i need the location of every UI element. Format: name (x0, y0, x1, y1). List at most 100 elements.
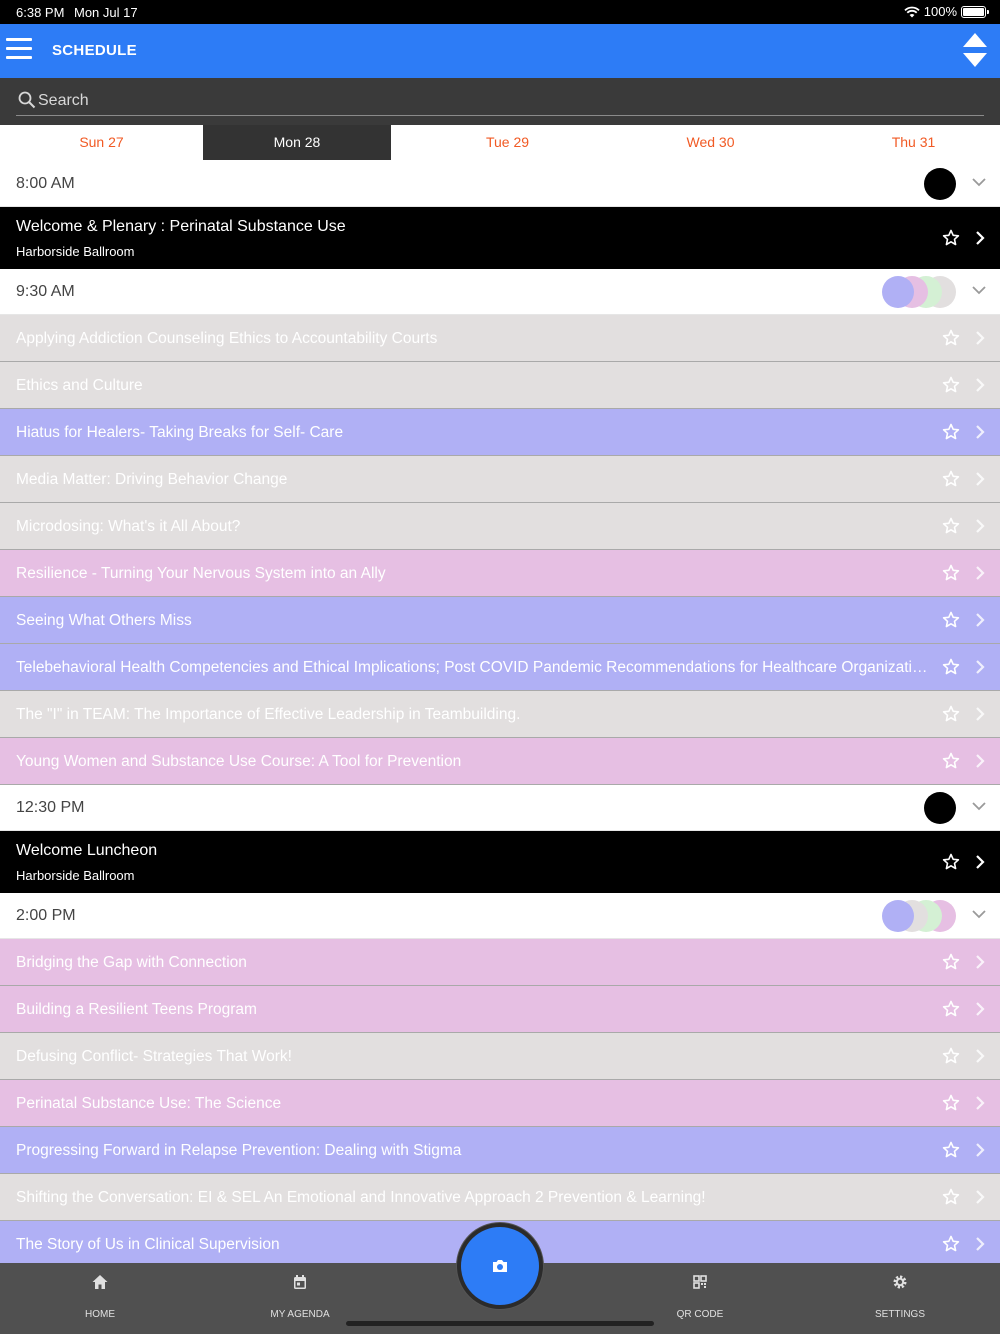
star-icon[interactable] (942, 329, 960, 347)
nav-label: HOME (85, 1309, 115, 1320)
chevron-right-icon (976, 613, 985, 627)
session-title: Defusing Conflict- Strategies That Work! (16, 1048, 292, 1065)
home-icon (92, 1275, 108, 1289)
star-icon[interactable] (942, 517, 960, 535)
session-row[interactable]: Applying Addiction Counseling Ethics to … (0, 315, 1000, 362)
chevron-right-icon (976, 472, 985, 486)
app-header: SCHEDULE (0, 24, 1000, 78)
wifi-icon (904, 6, 920, 17)
session-row[interactable]: Defusing Conflict- Strategies That Work! (0, 1033, 1000, 1080)
star-icon[interactable] (942, 705, 960, 723)
star-icon[interactable] (942, 1094, 960, 1112)
time-label: 12:30 PM (16, 799, 85, 816)
star-icon[interactable] (942, 611, 960, 629)
star-icon[interactable] (942, 1141, 960, 1159)
star-icon[interactable] (942, 470, 960, 488)
track-dot (924, 792, 956, 824)
session-row[interactable]: Bridging the Gap with Connection (0, 939, 1000, 986)
time-label: 2:00 PM (16, 907, 76, 924)
track-color-dots (876, 900, 956, 932)
session-row[interactable]: Young Women and Substance Use Course: A … (0, 738, 1000, 785)
search-bar (0, 78, 1000, 125)
chevron-right-icon (976, 519, 985, 533)
star-icon[interactable] (942, 658, 960, 676)
featured-session-row[interactable]: Welcome Luncheon Harborside Ballroom (0, 831, 1000, 893)
session-row[interactable]: Hiatus for Healers- Taking Breaks for Se… (0, 409, 1000, 456)
session-row[interactable]: Resilience - Turning Your Nervous System… (0, 550, 1000, 597)
session-row[interactable]: Building a Resilient Teens Program (0, 986, 1000, 1033)
time-slot-header[interactable]: 12:30 PM (0, 785, 1000, 831)
session-row[interactable]: Progressing Forward in Relapse Preventio… (0, 1127, 1000, 1174)
home-indicator (346, 1321, 654, 1326)
day-tabs: Sun 27 Mon 28 Tue 29 Wed 30 Thu 31 (0, 125, 1000, 161)
session-title: Microdosing: What's it All About? (16, 518, 241, 535)
session-row[interactable]: Shifting the Conversation: EI & SEL An E… (0, 1174, 1000, 1221)
session-title: Progressing Forward in Relapse Preventio… (16, 1142, 462, 1159)
session-title: Resilience - Turning Your Nervous System… (16, 565, 386, 582)
star-icon[interactable] (942, 1000, 960, 1018)
time-slot-header[interactable]: 2:00 PM (0, 893, 1000, 939)
tab-day[interactable]: Tue 29 (406, 125, 609, 160)
tab-day[interactable]: Mon 28 (203, 125, 391, 160)
chevron-down-icon[interactable] (972, 286, 986, 296)
chevron-right-icon (976, 331, 985, 345)
session-row[interactable]: Seeing What Others Miss (0, 597, 1000, 644)
star-icon[interactable] (942, 853, 960, 871)
session-title: Young Women and Substance Use Course: A … (16, 753, 462, 770)
star-icon[interactable] (942, 423, 960, 441)
time-slot-header[interactable]: 8:00 AM (0, 161, 1000, 207)
track-dot (882, 900, 914, 932)
star-icon[interactable] (942, 229, 960, 247)
session-row[interactable]: Media Matter: Driving Behavior Change (0, 456, 1000, 503)
session-row[interactable]: The "I" in TEAM: The Importance of Effec… (0, 691, 1000, 738)
track-dot (924, 168, 956, 200)
page-title: SCHEDULE (52, 42, 137, 59)
session-row[interactable]: Telebehavioral Health Competencies and E… (0, 644, 1000, 691)
calendar-icon (294, 1275, 306, 1289)
tab-day[interactable]: Sun 27 (0, 125, 203, 160)
status-right: 100% (904, 4, 989, 19)
featured-session-row[interactable]: Welcome & Plenary : Perinatal Substance … (0, 207, 1000, 269)
track-color-dots (876, 792, 956, 824)
chevron-down-icon[interactable] (972, 802, 986, 812)
session-title: Telebehavioral Health Competencies and E… (16, 659, 934, 676)
star-icon[interactable] (942, 376, 960, 394)
chevron-right-icon (976, 231, 985, 245)
chevron-right-icon (976, 1096, 985, 1110)
session-title: Welcome & Plenary : Perinatal Substance … (16, 218, 346, 235)
status-bar: 6:38 PM Mon Jul 17 100% (0, 0, 1000, 24)
session-title: Welcome Luncheon (16, 842, 158, 859)
chevron-down-icon[interactable] (972, 178, 986, 188)
menu-icon[interactable] (6, 38, 32, 62)
schedule-list: 8:00 AM Welcome & Plenary : Perinatal Sub… (0, 161, 1000, 1268)
time-slot-header[interactable]: 9:30 AM (0, 269, 1000, 315)
star-icon[interactable] (942, 1188, 960, 1206)
star-icon[interactable] (942, 752, 960, 770)
search-input[interactable] (38, 88, 938, 114)
session-location: Harborside Ballroom (16, 244, 135, 259)
star-icon[interactable] (942, 564, 960, 582)
tab-day[interactable]: Thu 31 (812, 125, 1000, 160)
session-title: Ethics and Culture (16, 377, 143, 394)
session-title: The "I" in TEAM: The Importance of Effec… (16, 706, 521, 723)
tab-day[interactable]: Wed 30 (609, 125, 812, 160)
chevron-down-icon[interactable] (972, 910, 986, 920)
nav-item-home[interactable]: HOME (0, 1263, 200, 1334)
camera-button[interactable] (457, 1223, 543, 1309)
chevron-right-icon (976, 754, 985, 768)
chevron-right-icon (976, 707, 985, 721)
chevron-right-icon (976, 1049, 985, 1063)
session-location: Harborside Ballroom (16, 868, 135, 883)
time-label: 9:30 AM (16, 283, 75, 300)
star-icon[interactable] (942, 1047, 960, 1065)
session-row[interactable]: Microdosing: What's it All About? (0, 503, 1000, 550)
nav-item-settings[interactable]: SETTINGS (800, 1263, 1000, 1334)
session-row[interactable]: Perinatal Substance Use: The Science (0, 1080, 1000, 1127)
nav-label: QR CODE (676, 1309, 724, 1320)
session-row[interactable]: Ethics and Culture (0, 362, 1000, 409)
time-label: 8:00 AM (16, 175, 75, 192)
star-icon[interactable] (942, 953, 960, 971)
star-icon[interactable] (942, 1235, 960, 1253)
sort-icon[interactable] (962, 32, 988, 68)
chevron-right-icon (976, 660, 985, 674)
